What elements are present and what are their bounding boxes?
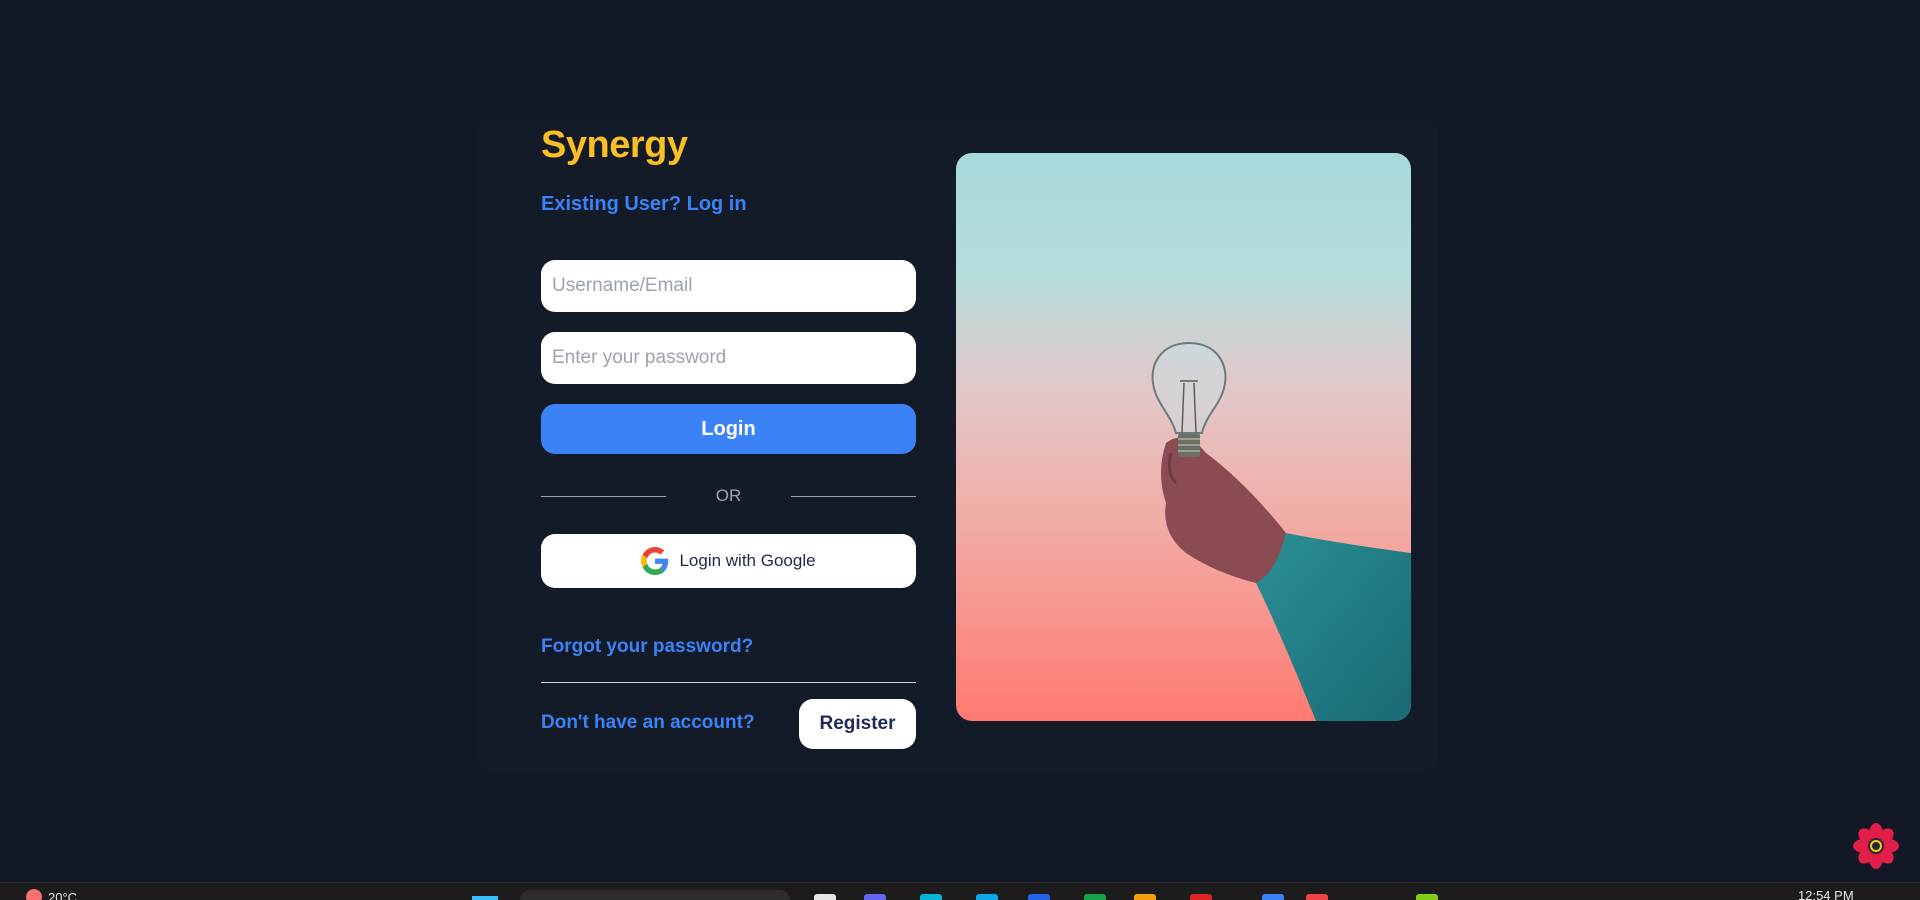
- hero-image: [956, 153, 1411, 721]
- taskbar-app-icon[interactable]: [814, 894, 836, 900]
- brand-title: Synergy: [541, 124, 688, 166]
- taskbar-clock[interactable]: 12:54 PM: [1798, 888, 1854, 900]
- forgot-password-link[interactable]: Forgot your password?: [541, 636, 753, 658]
- google-icon: [641, 547, 669, 575]
- form-subtitle: Existing User? Log in: [541, 193, 747, 215]
- lightbulb-in-hand-image: [1151, 341, 1411, 721]
- taskbar-app-icon[interactable]: [1084, 894, 1106, 900]
- or-divider-text: OR: [715, 486, 742, 505]
- weather-temp: 20°C: [48, 889, 78, 900]
- start-icon[interactable]: [472, 896, 498, 900]
- taskbar-app-icon[interactable]: [1028, 894, 1050, 900]
- password-input[interactable]: [541, 332, 916, 384]
- taskbar-app-icon[interactable]: [1262, 894, 1284, 900]
- taskbar-weather[interactable]: 20°C: [26, 889, 77, 900]
- taskbar-search[interactable]: [520, 890, 790, 900]
- divider-right: [791, 496, 916, 497]
- login-button[interactable]: Login: [541, 404, 916, 454]
- taskbar-app-icon[interactable]: [1416, 894, 1438, 900]
- weather-icon: [26, 889, 42, 900]
- taskbar-app-icon[interactable]: [864, 894, 886, 900]
- assistant-flower-icon[interactable]: [1852, 822, 1900, 870]
- taskbar-app-icon[interactable]: [1134, 894, 1156, 900]
- no-account-text: Don't have an account?: [541, 712, 755, 733]
- taskbar-app-icon[interactable]: [1190, 894, 1212, 900]
- taskbar-app-icon[interactable]: [1306, 894, 1328, 900]
- google-login-button[interactable]: Login with Google: [541, 534, 916, 588]
- divider-left: [541, 496, 666, 497]
- form-separator: [541, 682, 916, 683]
- register-button[interactable]: Register: [799, 699, 916, 749]
- google-login-label: Login with Google: [679, 551, 816, 570]
- taskbar-app-icon[interactable]: [920, 894, 942, 900]
- taskbar-app-icon[interactable]: [976, 894, 998, 900]
- taskbar: [0, 882, 1920, 900]
- username-input[interactable]: [541, 260, 916, 312]
